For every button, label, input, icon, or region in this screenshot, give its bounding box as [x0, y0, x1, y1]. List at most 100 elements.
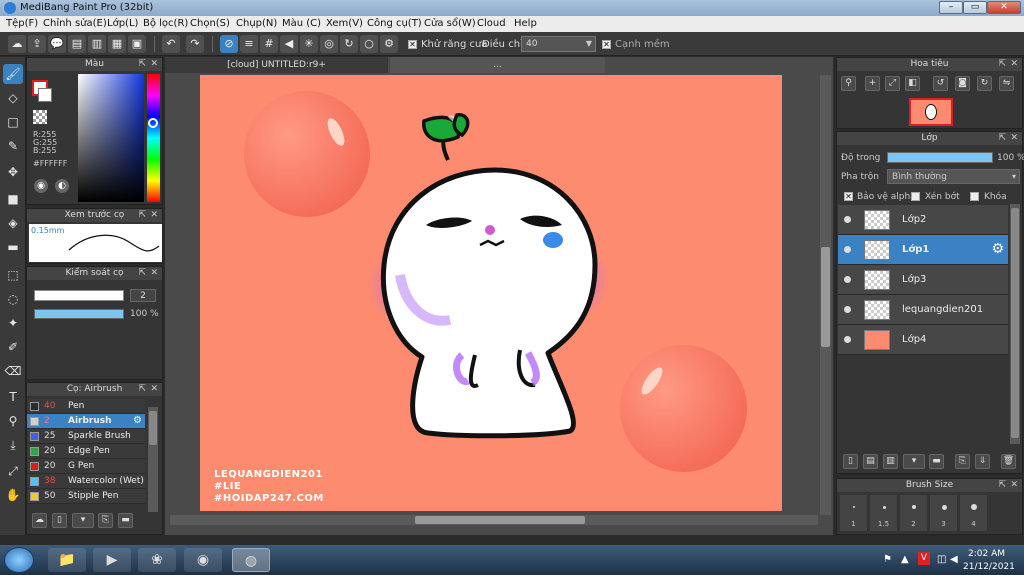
- rect-select-icon[interactable]: ⬚: [3, 265, 23, 285]
- brush-size-preset[interactable]: 3: [929, 494, 958, 532]
- close-icon[interactable]: ✕: [150, 267, 158, 280]
- file-explorer-icon[interactable]: 📁: [48, 548, 86, 572]
- color-picker-icon[interactable]: ◐: [55, 179, 69, 193]
- concentric-snap-icon[interactable]: ◎: [320, 35, 338, 53]
- app-icon[interactable]: ❀: [138, 548, 176, 572]
- new-folder-icon[interactable]: ▬: [929, 454, 944, 469]
- layer-row[interactable]: Lớp4: [838, 325, 1008, 355]
- document-tab-secondary[interactable]: ...: [390, 57, 605, 73]
- brush-size-input[interactable]: 2: [130, 289, 156, 302]
- maximize-button[interactable]: ▭: [963, 1, 987, 14]
- new-layer-icon[interactable]: ▯: [843, 454, 858, 469]
- expand-icon[interactable]: ⇱: [998, 132, 1006, 145]
- vanish-snap-icon[interactable]: ◀: [280, 35, 298, 53]
- move-tool-icon[interactable]: ✥: [3, 162, 23, 182]
- undo-icon[interactable]: ↶: [162, 35, 180, 53]
- expand-icon[interactable]: ⇱: [138, 383, 146, 396]
- gradient-tool-icon[interactable]: ▬: [3, 237, 23, 257]
- snap-off-icon[interactable]: ⊘: [220, 35, 238, 53]
- new-8bit-layer-icon[interactable]: ▥: [883, 454, 898, 469]
- menu-capture[interactable]: Chụp(N): [236, 18, 277, 29]
- brush-list-item[interactable]: 25 Sparkle Brush: [27, 429, 145, 444]
- brush-list-scrollbar[interactable]: [148, 407, 158, 512]
- comment-icon[interactable]: 💬: [48, 35, 66, 53]
- tray-icon[interactable]: ⚑: [883, 554, 892, 565]
- select-eraser-icon[interactable]: ⌫: [3, 361, 23, 381]
- layer-row[interactable]: Lớp2: [838, 205, 1008, 235]
- unikey-icon[interactable]: V: [918, 552, 930, 565]
- document-tab-cloud[interactable]: [cloud] UNTITLED:r9+: [165, 57, 388, 73]
- snap-settings-icon[interactable]: ⚙: [380, 35, 398, 53]
- hand-tool-icon[interactable]: ✋: [3, 485, 23, 505]
- brush-size-slider[interactable]: [34, 290, 124, 301]
- menu-color[interactable]: Màu (C): [282, 18, 321, 29]
- navigator-thumbnail[interactable]: [909, 98, 953, 126]
- layer-row[interactable]: Lớp1 ⚙: [838, 235, 1008, 265]
- network-icon[interactable]: ◫: [937, 554, 946, 565]
- layer-row[interactable]: Lớp3: [838, 265, 1008, 295]
- bucket-tool-icon[interactable]: ◈: [3, 213, 23, 233]
- clip-checkbox[interactable]: [911, 192, 920, 201]
- close-icon[interactable]: ✕: [1010, 132, 1018, 145]
- gear-icon[interactable]: ⚙: [991, 241, 1004, 257]
- brush-list-item[interactable]: 40 Pen: [27, 399, 145, 414]
- clock-time[interactable]: 2:02 AM: [968, 549, 1005, 559]
- brush-copy-icon[interactable]: ⎘: [98, 513, 113, 528]
- soft-edge-checkbox[interactable]: ✕: [602, 40, 611, 49]
- grid-icon[interactable]: ▦: [108, 35, 126, 53]
- radial-snap-icon[interactable]: ✳: [300, 35, 318, 53]
- shape-tool-icon[interactable]: ■: [3, 189, 23, 209]
- fill-brush-icon[interactable]: ✎: [3, 136, 23, 156]
- magic-wand-icon[interactable]: ✦: [3, 313, 23, 333]
- redo-icon[interactable]: ↷: [186, 35, 204, 53]
- blend-mode-select[interactable]: Bình thường ▾: [887, 169, 1020, 184]
- new-halftone-layer-icon[interactable]: ▤: [863, 454, 878, 469]
- expand-icon[interactable]: ⇱: [138, 58, 146, 71]
- volume-icon[interactable]: ◀: [950, 554, 958, 565]
- eye-icon[interactable]: [844, 306, 851, 313]
- expand-icon[interactable]: ⇱: [998, 479, 1006, 492]
- brush-folder-icon[interactable]: ▬: [118, 513, 133, 528]
- chrome-icon[interactable]: ◉: [184, 548, 222, 572]
- brush-tool-icon[interactable]: 🖌: [3, 64, 23, 84]
- menu-view[interactable]: Xem(V): [326, 18, 363, 29]
- brush-size-preset[interactable]: 4: [959, 494, 988, 532]
- palette-icon[interactable]: ◉: [34, 179, 48, 193]
- eye-icon[interactable]: [844, 276, 851, 283]
- layer-list-scrollbar[interactable]: [1010, 204, 1020, 444]
- cross-snap-icon[interactable]: #: [260, 35, 278, 53]
- expand-icon[interactable]: ⇱: [138, 267, 146, 280]
- close-icon[interactable]: ✕: [150, 209, 158, 222]
- rotate-left-icon[interactable]: ↺: [933, 76, 948, 91]
- layer-add-menu-icon[interactable]: ▾: [903, 454, 925, 469]
- rotate-reset-icon[interactable]: ◙: [955, 76, 970, 91]
- menu-filter[interactable]: Bộ lọc(R): [143, 18, 188, 29]
- new-brush-icon[interactable]: ▯: [52, 513, 67, 528]
- zoom-in-icon[interactable]: +: [865, 76, 880, 91]
- zoom-icon[interactable]: ⚲: [841, 76, 856, 91]
- page-icon[interactable]: ▥: [88, 35, 106, 53]
- menu-edit[interactable]: Chỉnh sửa(E): [43, 18, 107, 29]
- brush-list-item[interactable]: 2 Airbrush ⚙: [27, 414, 145, 429]
- lock-checkbox[interactable]: [970, 192, 979, 201]
- expand-icon[interactable]: ⇱: [998, 58, 1006, 71]
- dot-tool-icon[interactable]: □: [3, 112, 23, 132]
- curve-snap-icon[interactable]: ↻: [340, 35, 358, 53]
- cloud-save-icon[interactable]: ☁: [8, 35, 26, 53]
- menu-select[interactable]: Chọn(S): [190, 18, 230, 29]
- eye-icon[interactable]: [844, 246, 851, 253]
- eye-icon[interactable]: [844, 216, 851, 223]
- duplicate-layer-icon[interactable]: ⎘: [955, 454, 970, 469]
- scrollbar-thumb[interactable]: [415, 516, 585, 524]
- rotate-right-icon[interactable]: ↻: [977, 76, 992, 91]
- close-icon[interactable]: ✕: [1010, 479, 1018, 492]
- saturation-value-picker[interactable]: [78, 74, 144, 202]
- scrollbar-thumb[interactable]: [149, 411, 157, 445]
- close-icon[interactable]: ✕: [150, 58, 158, 71]
- hue-handle[interactable]: [148, 118, 158, 128]
- menu-window[interactable]: Cửa sổ(W): [424, 18, 476, 29]
- frame-icon[interactable]: ▣: [128, 35, 146, 53]
- menu-tools[interactable]: Công cụ(T): [367, 18, 422, 29]
- parallel-snap-icon[interactable]: ≡: [240, 35, 258, 53]
- merge-down-icon[interactable]: ⇓: [975, 454, 990, 469]
